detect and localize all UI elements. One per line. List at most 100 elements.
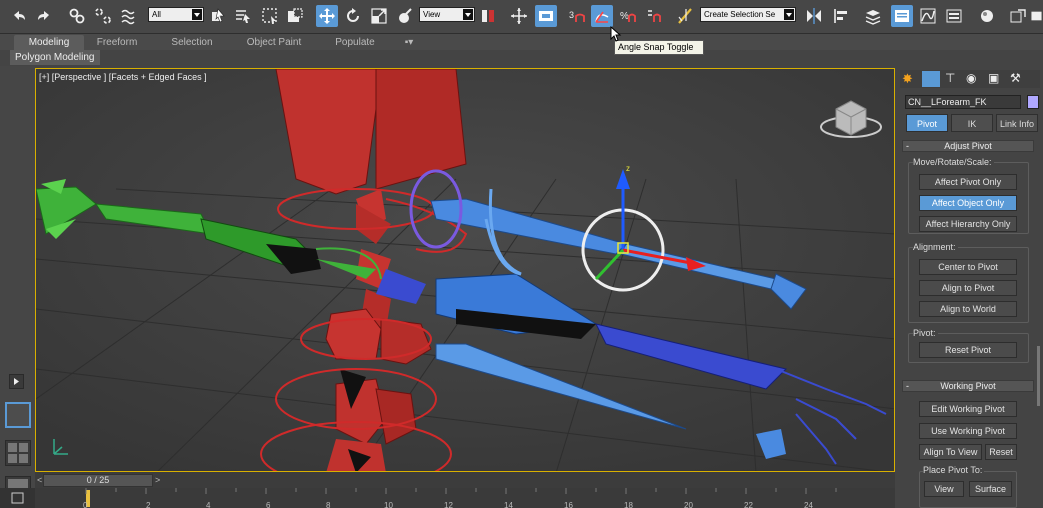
- named-selection-dropdown[interactable]: Create Selection Se: [700, 7, 796, 22]
- select-move-icon[interactable]: [316, 5, 338, 27]
- tab-object-paint[interactable]: Object Paint: [238, 35, 310, 50]
- window-crossing-icon[interactable]: [284, 5, 306, 27]
- scene-canvas[interactable]: z: [36, 69, 895, 472]
- select-place-icon[interactable]: [394, 5, 416, 27]
- bind-spacewarp-icon[interactable]: [118, 5, 140, 27]
- align-icon[interactable]: [830, 5, 852, 27]
- pivot-center-icon[interactable]: [477, 5, 499, 27]
- render-setup-icon[interactable]: [1007, 5, 1029, 27]
- reference-coordinate-value: View: [423, 10, 441, 19]
- align-to-view-button[interactable]: Align To View: [919, 444, 982, 460]
- chevron-down-icon: [463, 9, 473, 20]
- object-name-field[interactable]: CN__LForearm_FK: [905, 95, 1021, 109]
- material-editor-icon[interactable]: [976, 5, 998, 27]
- angle-snap-icon[interactable]: [591, 5, 613, 27]
- tick-label: 14: [504, 501, 513, 508]
- affect-object-only-button[interactable]: Affect Object Only: [919, 195, 1017, 211]
- tick-label: 16: [564, 501, 573, 508]
- select-manipulate-icon[interactable]: [508, 5, 530, 27]
- perspective-viewport[interactable]: z [+] [Perspective ] [Facets + Edged Fac…: [35, 68, 895, 472]
- tick-label: 10: [384, 501, 393, 508]
- redo-icon[interactable]: [33, 5, 55, 27]
- next-frame-icon[interactable]: >: [155, 475, 160, 485]
- hierarchy-tab-icon[interactable]: ⊤: [945, 71, 955, 85]
- place-surface-button[interactable]: Surface: [969, 481, 1012, 497]
- viewport-label[interactable]: [+] [Perspective ] [Facets + Edged Faces…: [39, 72, 207, 82]
- utilities-tab-icon[interactable]: ⚒: [1010, 71, 1021, 85]
- affect-hierarchy-only-button[interactable]: Affect Hierarchy Only: [919, 216, 1017, 232]
- max-window: All View 3 % Create Selection Se Angle S…: [0, 0, 1043, 508]
- time-slider[interactable]: 0 / 25: [43, 474, 153, 487]
- tick-label: 24: [804, 501, 813, 508]
- curve-editor-icon[interactable]: [917, 5, 939, 27]
- tab-ik[interactable]: IK: [951, 114, 993, 132]
- percent-snap-icon[interactable]: %: [617, 5, 639, 27]
- mirror-icon[interactable]: [803, 5, 825, 27]
- tab-modeling[interactable]: Modeling: [14, 35, 84, 50]
- tab-populate[interactable]: Populate: [326, 35, 384, 50]
- spinner-snap-icon[interactable]: [643, 5, 665, 27]
- track-bar[interactable]: 0 2 4 6 8 10 12 14 16 18 20 22 24: [0, 488, 895, 508]
- expand-ribbon-icon[interactable]: [9, 374, 24, 389]
- object-color-swatch[interactable]: [1027, 95, 1039, 109]
- select-scale-icon[interactable]: [368, 5, 390, 27]
- mini-curve-editor-icon[interactable]: [0, 488, 35, 508]
- viewport-layout-single-icon[interactable]: [5, 402, 31, 428]
- edit-working-pivot-button[interactable]: Edit Working Pivot: [919, 401, 1017, 417]
- align-to-pivot-button[interactable]: Align to Pivot: [919, 280, 1017, 296]
- tick-label: 6: [266, 501, 271, 508]
- tick-label: 0: [83, 501, 88, 508]
- main-toolbar: All View 3 % Create Selection Se: [0, 0, 1043, 34]
- reset-working-pivot-button[interactable]: Reset: [985, 444, 1017, 460]
- edit-named-sets-icon[interactable]: [675, 5, 697, 27]
- tick-label: 18: [624, 501, 633, 508]
- tab-selection[interactable]: Selection: [160, 35, 224, 50]
- viewport-layout-quad-icon[interactable]: [5, 440, 31, 466]
- undo-icon[interactable]: [8, 5, 30, 27]
- display-tab-icon[interactable]: ▣: [988, 71, 999, 85]
- modify-tab-icon[interactable]: [922, 71, 940, 87]
- keyboard-shortcut-icon[interactable]: [535, 5, 557, 27]
- affect-pivot-only-button[interactable]: Affect Pivot Only: [919, 174, 1017, 190]
- motion-tab-icon[interactable]: ◉: [966, 71, 976, 85]
- ribbon-subtab-polygon-modeling[interactable]: Polygon Modeling: [10, 50, 100, 65]
- previous-frame-icon[interactable]: <: [37, 475, 42, 485]
- mouse-cursor-icon: [610, 26, 622, 42]
- adjust-pivot-rollout[interactable]: - Adjust Pivot: [902, 140, 1034, 152]
- select-rotate-icon[interactable]: [342, 5, 364, 27]
- select-object-icon[interactable]: [207, 5, 229, 27]
- unlink-icon[interactable]: [92, 5, 114, 27]
- track-ticks: 0 2 4 6 8 10 12 14 16 18 20 22 24: [35, 488, 895, 508]
- scene-explorer-icon[interactable]: [891, 5, 913, 27]
- group-label: Place Pivot To:: [923, 465, 985, 475]
- layer-explorer-icon[interactable]: [862, 5, 884, 27]
- selection-filter-dropdown[interactable]: All: [148, 7, 204, 22]
- tab-pivot[interactable]: Pivot: [906, 114, 948, 132]
- select-by-name-icon[interactable]: [232, 5, 254, 27]
- named-selection-value: Create Selection Se: [704, 10, 776, 19]
- rectangle-selection-icon[interactable]: [259, 5, 281, 27]
- rollout-title: Working Pivot: [940, 381, 996, 391]
- tab-freeform[interactable]: Freeform: [88, 35, 146, 50]
- place-view-button[interactable]: View: [924, 481, 964, 497]
- tooltip: Angle Snap Toggle: [614, 40, 704, 55]
- working-pivot-rollout[interactable]: - Working Pivot: [902, 380, 1034, 392]
- select-link-icon[interactable]: [66, 5, 88, 27]
- reset-pivot-button[interactable]: Reset Pivot: [919, 342, 1017, 358]
- schematic-view-icon[interactable]: [943, 5, 965, 27]
- snaps-toggle-icon[interactable]: 3: [566, 5, 588, 27]
- group-label: Alignment:: [913, 242, 958, 252]
- tick-label: 12: [444, 501, 453, 508]
- reference-coordinate-dropdown[interactable]: View: [419, 7, 475, 22]
- center-to-pivot-button[interactable]: Center to Pivot: [919, 259, 1017, 275]
- use-working-pivot-button[interactable]: Use Working Pivot: [919, 423, 1017, 439]
- panel-scrollbar[interactable]: [1037, 346, 1040, 406]
- rendered-frame-icon[interactable]: [1030, 5, 1043, 27]
- svg-text:%: %: [620, 11, 629, 22]
- create-tab-icon[interactable]: ✸: [902, 71, 913, 87]
- frame-label: 0 / 25: [86, 475, 110, 485]
- align-to-world-button[interactable]: Align to World: [919, 301, 1017, 317]
- chevron-down-icon: [784, 9, 794, 20]
- tab-link-info[interactable]: Link Info: [996, 114, 1038, 132]
- ribbon-options-icon[interactable]: ▪▾: [398, 35, 420, 50]
